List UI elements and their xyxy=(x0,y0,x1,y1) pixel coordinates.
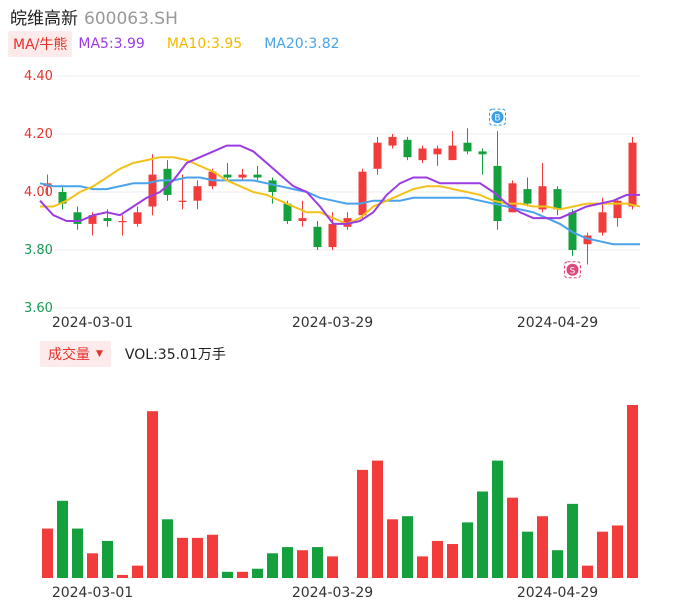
volume-bar xyxy=(147,411,158,578)
volume-bar xyxy=(72,528,83,578)
candle-body xyxy=(268,180,277,192)
volume-bar xyxy=(507,497,518,578)
y-tick-label: 3.60 xyxy=(24,301,53,316)
candle-body xyxy=(418,148,427,161)
buy-marker-label: B xyxy=(494,114,500,124)
volume-bar xyxy=(237,571,248,578)
volume-date-label: 2024-03-29 xyxy=(292,585,373,601)
ma-lines xyxy=(39,144,641,246)
volume-bar xyxy=(132,565,143,578)
volume-bar xyxy=(462,522,473,578)
candle-body xyxy=(103,218,112,221)
volume-bar xyxy=(102,540,113,578)
candle-body xyxy=(553,189,562,210)
volume-bar xyxy=(282,547,293,578)
candle-body xyxy=(388,136,397,146)
candle-body xyxy=(193,186,202,201)
volume-bar xyxy=(567,503,578,578)
volume-bar xyxy=(117,574,128,578)
y-tick-label: 3.80 xyxy=(24,243,53,258)
candle-body xyxy=(598,212,607,233)
volume-bar xyxy=(177,537,188,578)
volume-bar xyxy=(57,500,68,578)
volume-bar xyxy=(372,460,383,578)
candle-body xyxy=(133,212,142,224)
kline-chart: 3.603.804.004.204.40 BS 2024-03-01 2024-0… xyxy=(24,69,641,601)
candle-body xyxy=(223,174,232,178)
candle-body xyxy=(463,142,472,152)
candle-body xyxy=(448,145,457,161)
volume-bar xyxy=(432,540,443,578)
volume-bar xyxy=(267,553,278,578)
volume-bar xyxy=(222,571,233,578)
volume-date-label: 2024-03-01 xyxy=(52,585,133,601)
volume-bar xyxy=(537,516,548,578)
candle-body xyxy=(523,189,532,204)
candle-body xyxy=(298,218,307,221)
volume-date-label: 2024-04-29 xyxy=(517,585,598,601)
candle-body xyxy=(118,221,127,223)
sell-marker-label: S xyxy=(570,266,576,276)
volume-bar xyxy=(552,550,563,578)
volume-bar xyxy=(627,405,638,578)
candle-body xyxy=(478,151,487,155)
price-date-label: 2024-04-29 xyxy=(517,315,598,331)
volume-bar xyxy=(612,525,623,578)
volume-bar xyxy=(42,528,53,578)
buy-marker: B xyxy=(489,108,506,126)
candle-body xyxy=(178,200,187,202)
volume-bar xyxy=(492,460,503,578)
candles xyxy=(43,128,637,265)
volume-bar xyxy=(252,568,263,578)
volume-bar xyxy=(402,516,413,578)
ma20-line xyxy=(39,176,640,246)
candle-body xyxy=(253,174,262,178)
candle-body xyxy=(238,174,247,178)
volume-bar xyxy=(327,556,338,578)
volume-bar xyxy=(387,519,398,578)
candle-body xyxy=(73,212,82,224)
volume-bar xyxy=(297,550,308,578)
volume-bar xyxy=(207,534,218,578)
volume-date-axis: 2024-03-01 2024-03-29 2024-04-29 xyxy=(52,585,598,601)
y-tick-label: 4.40 xyxy=(24,69,53,84)
volume-bar xyxy=(597,531,608,578)
volume-bar xyxy=(192,537,203,578)
y-tick-label: 4.00 xyxy=(24,185,53,200)
y-tick-label: 4.20 xyxy=(24,127,53,142)
volume-bar xyxy=(417,556,428,578)
volume-bar xyxy=(477,491,488,578)
price-date-axis: 2024-03-01 2024-03-29 2024-04-29 xyxy=(52,315,598,331)
price-grid xyxy=(40,75,640,309)
candle-body xyxy=(313,226,322,248)
candle-body xyxy=(628,142,637,207)
candle-body xyxy=(403,139,412,158)
candle-body xyxy=(433,148,442,155)
price-axis: 3.60 3.80 4.00 4.20 4.40 xyxy=(24,69,53,316)
volume-bar xyxy=(522,531,533,578)
candle-body xyxy=(358,171,367,216)
volume-bars xyxy=(42,405,638,578)
price-date-label: 2024-03-29 xyxy=(292,315,373,331)
ma10-line xyxy=(40,156,641,225)
volume-bar xyxy=(447,544,458,578)
candle-body xyxy=(373,142,382,169)
volume-bar xyxy=(312,547,323,578)
candle-body xyxy=(328,223,337,248)
volume-bar xyxy=(87,553,98,578)
volume-bar xyxy=(162,519,173,578)
volume-bar xyxy=(357,469,368,578)
volume-bar xyxy=(582,565,593,578)
sell-marker: S xyxy=(564,261,581,279)
candle-body xyxy=(148,174,157,207)
price-date-label: 2024-03-01 xyxy=(52,315,133,331)
